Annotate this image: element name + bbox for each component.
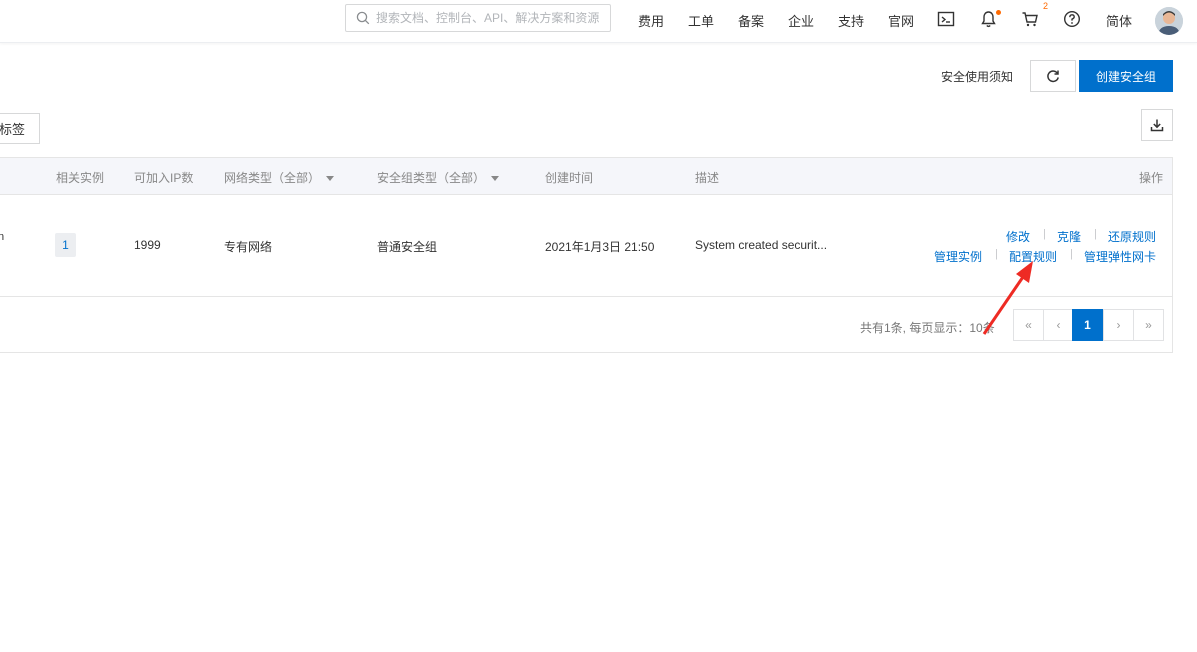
bell-icon[interactable] (980, 10, 997, 31)
pagination-current-page[interactable]: 1 (1072, 309, 1103, 341)
nav-link-support[interactable]: 支持 (838, 11, 864, 30)
chevron-down-icon (326, 176, 335, 182)
instance-count-link[interactable]: 1 (55, 233, 76, 257)
language-switch[interactable]: 简体 (1106, 11, 1132, 30)
nav-link-enterprise[interactable]: 企业 (788, 11, 814, 30)
refresh-icon (1047, 70, 1059, 83)
security-notice-link[interactable]: 安全使用须知 (941, 68, 1013, 85)
column-header-instances: 相关实例 (56, 171, 105, 185)
truncated-name-cell: n (0, 231, 5, 243)
group-type-cell: 普通安全组 (377, 240, 438, 254)
network-type-cell: 专有网络 (224, 240, 273, 254)
tag-button[interactable]: 标签 (0, 113, 40, 144)
column-header-group-type[interactable]: 安全组类型（全部） (377, 169, 500, 186)
action-separator: | (1094, 228, 1097, 240)
column-header-ip-count: 可加入IP数 (134, 171, 194, 185)
download-icon (1150, 119, 1164, 132)
cart-icon[interactable] (1021, 10, 1039, 31)
column-header-actions: 操作 (1139, 171, 1164, 185)
search-icon (356, 11, 370, 25)
avatar[interactable] (1155, 7, 1183, 35)
pagination-prev-button[interactable]: ‹ (1043, 309, 1074, 341)
cart-count-badge: 2 (1043, 1, 1049, 11)
created-time-cell: 2021年1月3日 21:50 (545, 240, 655, 254)
clone-link[interactable]: 克隆 (1057, 228, 1081, 245)
manage-instances-link[interactable]: 管理实例 (934, 248, 982, 265)
nav-link-tickets[interactable]: 工单 (688, 11, 714, 30)
pagination-next-button[interactable]: › (1103, 309, 1134, 341)
ip-count-cell: 1999 (134, 238, 161, 252)
global-search[interactable] (345, 4, 611, 32)
nav-link-billing[interactable]: 费用 (638, 11, 664, 30)
group-type-filter-label: 安全组类型（全部） (377, 171, 486, 185)
nav-link-website[interactable]: 官网 (888, 11, 914, 30)
table-header: 相关实例 可加入IP数 网络类型（全部） 安全组类型（全部） 创建时间 描述 操… (0, 158, 1172, 195)
manage-eni-link[interactable]: 管理弹性网卡 (1084, 248, 1156, 265)
column-header-description: 描述 (695, 171, 720, 185)
description-cell: System created securit... (695, 238, 828, 252)
annotation-arrow (982, 261, 1033, 335)
modify-link[interactable]: 修改 (1006, 228, 1030, 245)
create-security-group-button[interactable]: 创建安全组 (1079, 60, 1173, 92)
action-separator: | (1070, 248, 1073, 260)
search-input[interactable] (376, 11, 604, 25)
action-separator: | (1043, 228, 1046, 240)
terminal-icon[interactable] (937, 10, 955, 31)
restore-rules-link[interactable]: 还原规则 (1108, 228, 1156, 245)
column-header-created: 创建时间 (545, 171, 594, 185)
download-button[interactable] (1141, 109, 1173, 141)
network-type-filter-label: 网络类型（全部） (224, 171, 321, 185)
top-navigation-bar: 费用 工单 备案 企业 支持 官网 2 简体 (0, 0, 1197, 43)
help-icon[interactable] (1063, 10, 1081, 31)
notification-dot (996, 10, 1001, 15)
pagination-total: 共有1条, 每页显示：10条 (860, 321, 995, 335)
refresh-button[interactable] (1030, 60, 1076, 92)
chevron-down-icon (491, 176, 500, 182)
column-header-network-type[interactable]: 网络类型（全部） (224, 169, 335, 186)
pagination-last-button[interactable]: » (1133, 309, 1164, 341)
nav-link-icp[interactable]: 备案 (738, 11, 764, 30)
